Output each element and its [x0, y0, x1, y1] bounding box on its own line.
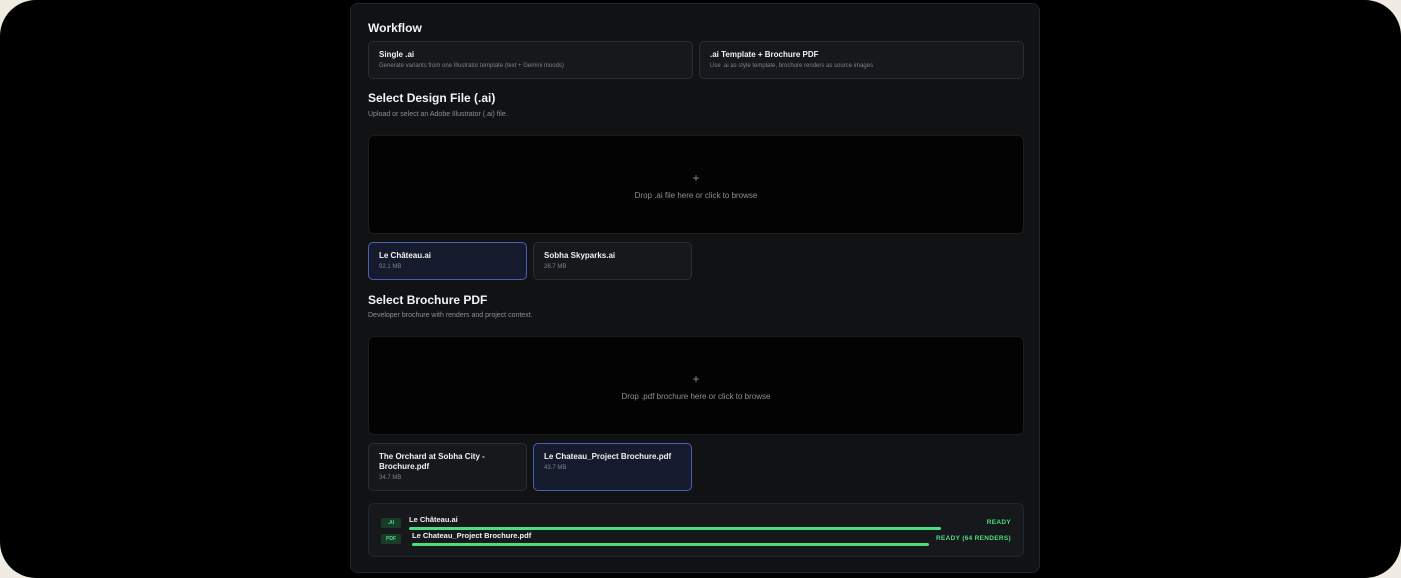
brochure-title: Select Brochure PDF — [368, 293, 488, 307]
workflow-option-label: .ai Template + Brochure PDF — [710, 50, 819, 59]
workflow-panel: Workflow Single .ai Generate variants fr… — [350, 3, 1040, 573]
workflow-option-label: Single .ai — [379, 50, 415, 59]
ai-tag-badge: .AI — [381, 518, 401, 528]
pdf-dropzone-text: Drop .pdf brochure here or click to brow… — [621, 392, 771, 401]
file-size: 92.1 MB — [379, 264, 402, 270]
file-size: 34.7 MB — [379, 475, 402, 481]
design-file-title: Select Design File (.ai) — [368, 91, 496, 105]
file-size: 26.7 MB — [544, 264, 567, 270]
workflow-option-ai-brochure[interactable]: .ai Template + Brochure PDF Use .ai as s… — [699, 41, 1024, 79]
pdf-file-card[interactable]: Le Chateau_Project Brochure.pdf 43.7 MB — [533, 443, 692, 491]
ai-dropzone-text: Drop .ai file here or click to browse — [634, 191, 758, 200]
pdf-file-card[interactable]: The Orchard at Sobha City - Brochure.pdf… — [368, 443, 527, 491]
file-name: Le Chateau_Project Brochure.pdf — [544, 452, 672, 461]
ai-file-card[interactable]: Le Château.ai 92.1 MB — [368, 242, 527, 280]
status-badge: READY (64 RENDERS) — [936, 535, 1011, 542]
ai-dropzone[interactable]: + Drop .ai file here or click to browse — [368, 135, 1024, 234]
workflow-title: Workflow — [368, 21, 422, 35]
status-file-name: Le Château.ai — [409, 515, 458, 524]
file-name: Sobha Skyparks.ai — [544, 251, 616, 260]
file-name: The Orchard at Sobha City - Brochure.pdf — [379, 452, 485, 471]
file-name: Le Château.ai — [379, 251, 432, 260]
ai-file-card[interactable]: Sobha Skyparks.ai 26.7 MB — [533, 242, 692, 280]
progress-bar — [412, 543, 929, 546]
status-badge: READY — [986, 519, 1011, 526]
workflow-option-single-ai[interactable]: Single .ai Generate variants from one Il… — [368, 41, 693, 79]
pdf-dropzone[interactable]: + Drop .pdf brochure here or click to br… — [368, 336, 1024, 435]
workflow-option-desc: Use .ai as style template, brochure rend… — [710, 63, 874, 69]
plus-icon: + — [692, 171, 700, 185]
design-file-subtitle: Upload or select an Adobe Illustrator (.… — [368, 111, 508, 118]
brochure-subtitle: Developer brochure with renders and proj… — [368, 312, 533, 319]
status-file-name: Le Chateau_Project Brochure.pdf — [412, 531, 532, 540]
pdf-tag-badge: PDF — [381, 534, 401, 544]
app-screen: Workflow Single .ai Generate variants fr… — [0, 0, 1401, 578]
workflow-option-desc: Generate variants from one Illustrator t… — [379, 63, 564, 69]
file-size: 43.7 MB — [544, 465, 567, 471]
status-panel: .AI Le Château.ai READY PDF Le Chateau_P… — [368, 503, 1024, 557]
plus-icon: + — [692, 372, 700, 386]
progress-bar — [409, 527, 941, 530]
